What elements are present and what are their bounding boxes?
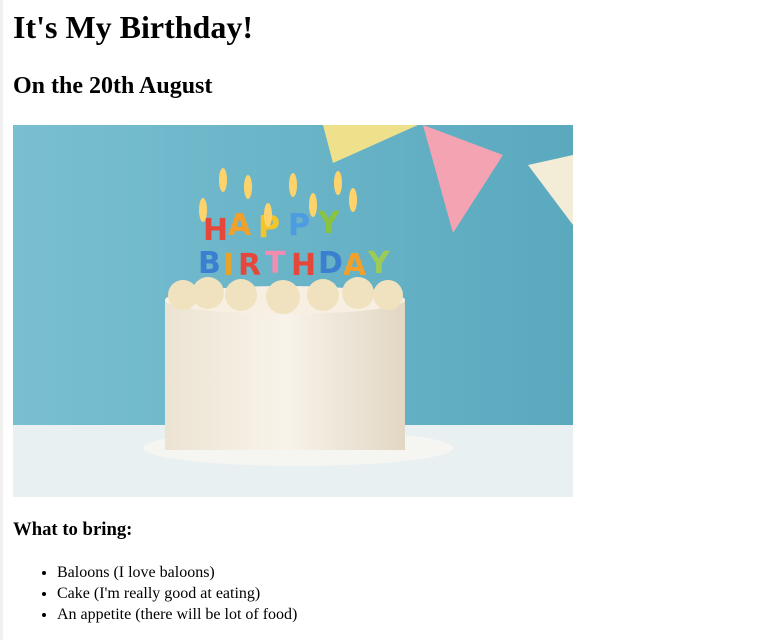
page-subtitle: On the 20th August (13, 73, 213, 99)
svg-text:I: I (223, 248, 234, 283)
svg-text:H: H (291, 248, 316, 283)
svg-text:A: A (228, 208, 252, 243)
svg-text:Y: Y (367, 246, 391, 281)
page-title: It's My Birthday! (13, 9, 253, 45)
list-item: An appetite (there will be lot of food) (57, 604, 297, 625)
svg-text:P: P (288, 208, 310, 243)
svg-text:H: H (203, 213, 228, 248)
svg-text:D: D (318, 246, 343, 281)
svg-text:T: T (265, 246, 286, 281)
svg-text:Y: Y (317, 206, 341, 241)
birthday-cake-image: HA PP Y BI RT HD AY (13, 125, 573, 497)
list-item: Cake (I'm really good at eating) (57, 583, 297, 604)
list-item: Baloons (I love baloons) (57, 562, 297, 583)
bring-list: Baloons (I love baloons) Cake (I'm reall… (17, 562, 297, 625)
svg-text:R: R (238, 248, 261, 283)
svg-text:A: A (343, 248, 367, 283)
bring-heading: What to bring: (13, 519, 133, 540)
page-edge (0, 0, 3, 640)
svg-text:B: B (198, 246, 221, 281)
